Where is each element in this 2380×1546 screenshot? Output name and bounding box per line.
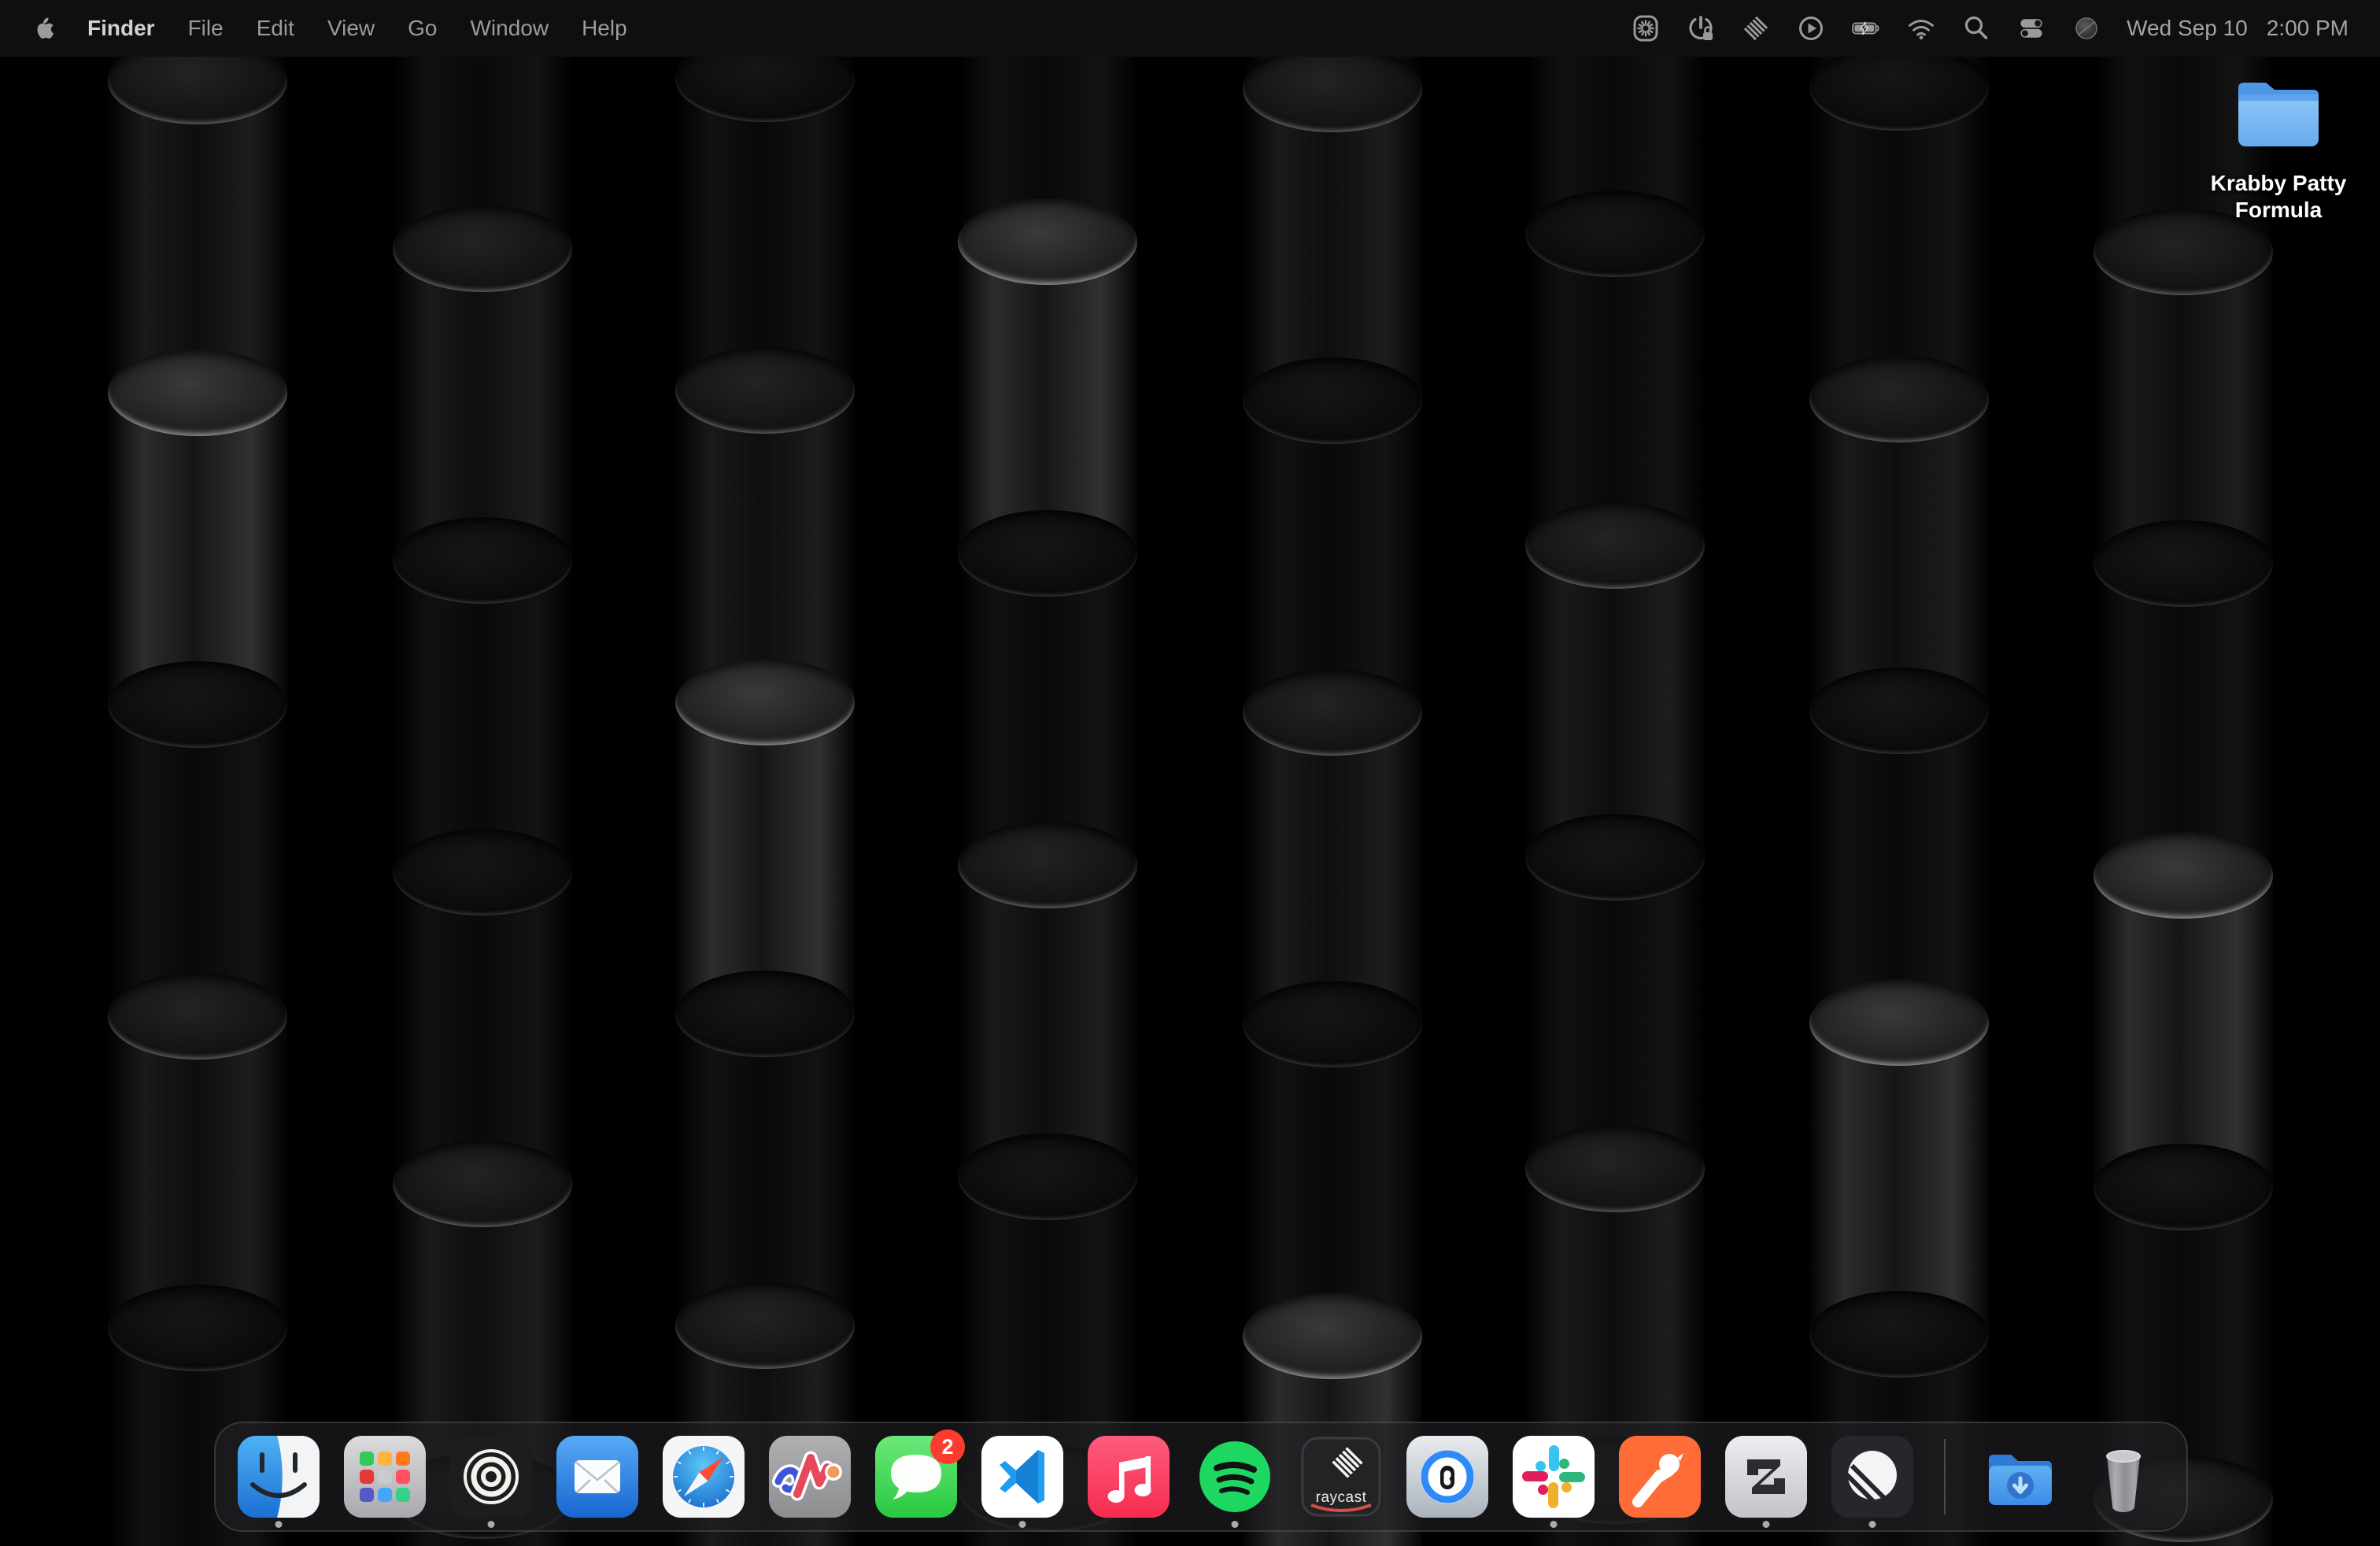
menu-bar-status: Wed Sep 10 2:00 PM bbox=[1631, 13, 2349, 43]
running-indicator-dot bbox=[1763, 1521, 1770, 1528]
status-icon-strip bbox=[1631, 13, 2101, 43]
apple-logo-icon bbox=[33, 16, 54, 41]
raycast-label: raycast bbox=[1300, 1489, 1382, 1507]
dock-item-safari[interactable] bbox=[663, 1436, 745, 1518]
power-lock-icon[interactable] bbox=[1686, 13, 1716, 43]
menu-bar-time: 2:00 PM bbox=[2267, 16, 2349, 41]
dock-item-downloads-folder[interactable] bbox=[1976, 1436, 2058, 1518]
spotify-icon bbox=[1194, 1436, 1276, 1518]
menu-bar-left: Finder File Edit View Go Window Help bbox=[33, 16, 627, 41]
control-center-icon[interactable] bbox=[2016, 13, 2046, 43]
dock-item-zen-browser[interactable] bbox=[450, 1436, 532, 1518]
dock-item-postman[interactable] bbox=[1619, 1436, 1701, 1518]
now-playing-icon[interactable] bbox=[1796, 13, 1826, 43]
dock-item-sticker-a-app[interactable] bbox=[769, 1436, 851, 1518]
burst-icon[interactable] bbox=[1631, 13, 1661, 43]
dock-divider bbox=[1944, 1439, 1946, 1515]
wifi-icon[interactable] bbox=[1906, 13, 1936, 43]
dock-item-mail[interactable] bbox=[556, 1436, 638, 1518]
dock-item-messages[interactable]: 2 bbox=[875, 1436, 957, 1518]
spotlight-search-icon[interactable] bbox=[1961, 13, 1991, 43]
linear-icon bbox=[1831, 1436, 1913, 1518]
sticker-a-app-icon bbox=[769, 1436, 851, 1518]
apple-menu[interactable] bbox=[33, 16, 54, 41]
dock-item-1password[interactable] bbox=[1406, 1436, 1488, 1518]
menu-item-go[interactable]: Go bbox=[408, 16, 437, 41]
menu-item-finder[interactable]: Finder bbox=[87, 16, 155, 41]
dock-item-linear[interactable] bbox=[1831, 1436, 1913, 1518]
running-indicator-dot bbox=[488, 1521, 495, 1528]
running-indicator-dot bbox=[275, 1521, 283, 1528]
downloads-folder-icon bbox=[1976, 1436, 2058, 1518]
zed-icon bbox=[1725, 1436, 1807, 1518]
battery-charging-icon[interactable] bbox=[1851, 13, 1881, 43]
sphere-icon[interactable] bbox=[2071, 13, 2101, 43]
slack-icon bbox=[1513, 1436, 1595, 1518]
menu-bar-clock[interactable]: Wed Sep 10 2:00 PM bbox=[2127, 16, 2349, 41]
menu-item-help[interactable]: Help bbox=[582, 16, 627, 41]
apple-music-icon bbox=[1088, 1436, 1170, 1518]
dock-item-zed[interactable] bbox=[1725, 1436, 1807, 1518]
menu-item-edit[interactable]: Edit bbox=[257, 16, 294, 41]
dock-item-trash[interactable] bbox=[2082, 1436, 2164, 1518]
dock-item-apple-music[interactable] bbox=[1088, 1436, 1170, 1518]
menu-item-view[interactable]: View bbox=[327, 16, 375, 41]
wallpaper-cylinders bbox=[0, 0, 2380, 1546]
menu-item-file[interactable]: File bbox=[188, 16, 224, 41]
dock-item-slack[interactable] bbox=[1513, 1436, 1595, 1518]
running-indicator-dot bbox=[1232, 1521, 1239, 1528]
dock-item-vscode[interactable] bbox=[981, 1436, 1063, 1518]
desktop-folder-krabby-patty-formula[interactable]: Krabby Patty Formula bbox=[2200, 76, 2357, 224]
macos-desktop: Finder File Edit View Go Window Help Wed Sep 1… bbox=[0, 0, 2380, 1546]
running-indicator-dot bbox=[1019, 1521, 1026, 1528]
trash-icon bbox=[2082, 1436, 2164, 1518]
finder-icon bbox=[238, 1436, 320, 1518]
menu-bar: Finder File Edit View Go Window Help Wed Sep 1… bbox=[0, 0, 2380, 57]
mail-icon bbox=[556, 1436, 638, 1518]
postman-icon bbox=[1619, 1436, 1701, 1518]
zen-browser-icon bbox=[450, 1436, 532, 1518]
1password-icon bbox=[1406, 1436, 1488, 1518]
vscode-icon bbox=[981, 1436, 1063, 1518]
desktop-folder-label: Krabby Patty Formula bbox=[2200, 170, 2357, 224]
striped-diamond-icon[interactable] bbox=[1741, 13, 1771, 43]
menu-bar-date: Wed Sep 10 bbox=[2127, 16, 2248, 41]
dock-item-launchpad[interactable] bbox=[344, 1436, 426, 1518]
running-indicator-dot bbox=[1869, 1521, 1876, 1528]
dock: 2 raycast bbox=[214, 1422, 2188, 1532]
dock-item-raycast[interactable]: raycast bbox=[1300, 1436, 1382, 1518]
dock-item-finder[interactable] bbox=[238, 1436, 320, 1518]
launchpad-icon bbox=[344, 1436, 426, 1518]
safari-icon bbox=[663, 1436, 745, 1518]
menu-item-window[interactable]: Window bbox=[470, 16, 549, 41]
folder-icon bbox=[2232, 76, 2325, 153]
dock-item-spotify[interactable] bbox=[1194, 1436, 1276, 1518]
running-indicator-dot bbox=[1550, 1521, 1558, 1528]
notification-badge: 2 bbox=[930, 1429, 965, 1464]
